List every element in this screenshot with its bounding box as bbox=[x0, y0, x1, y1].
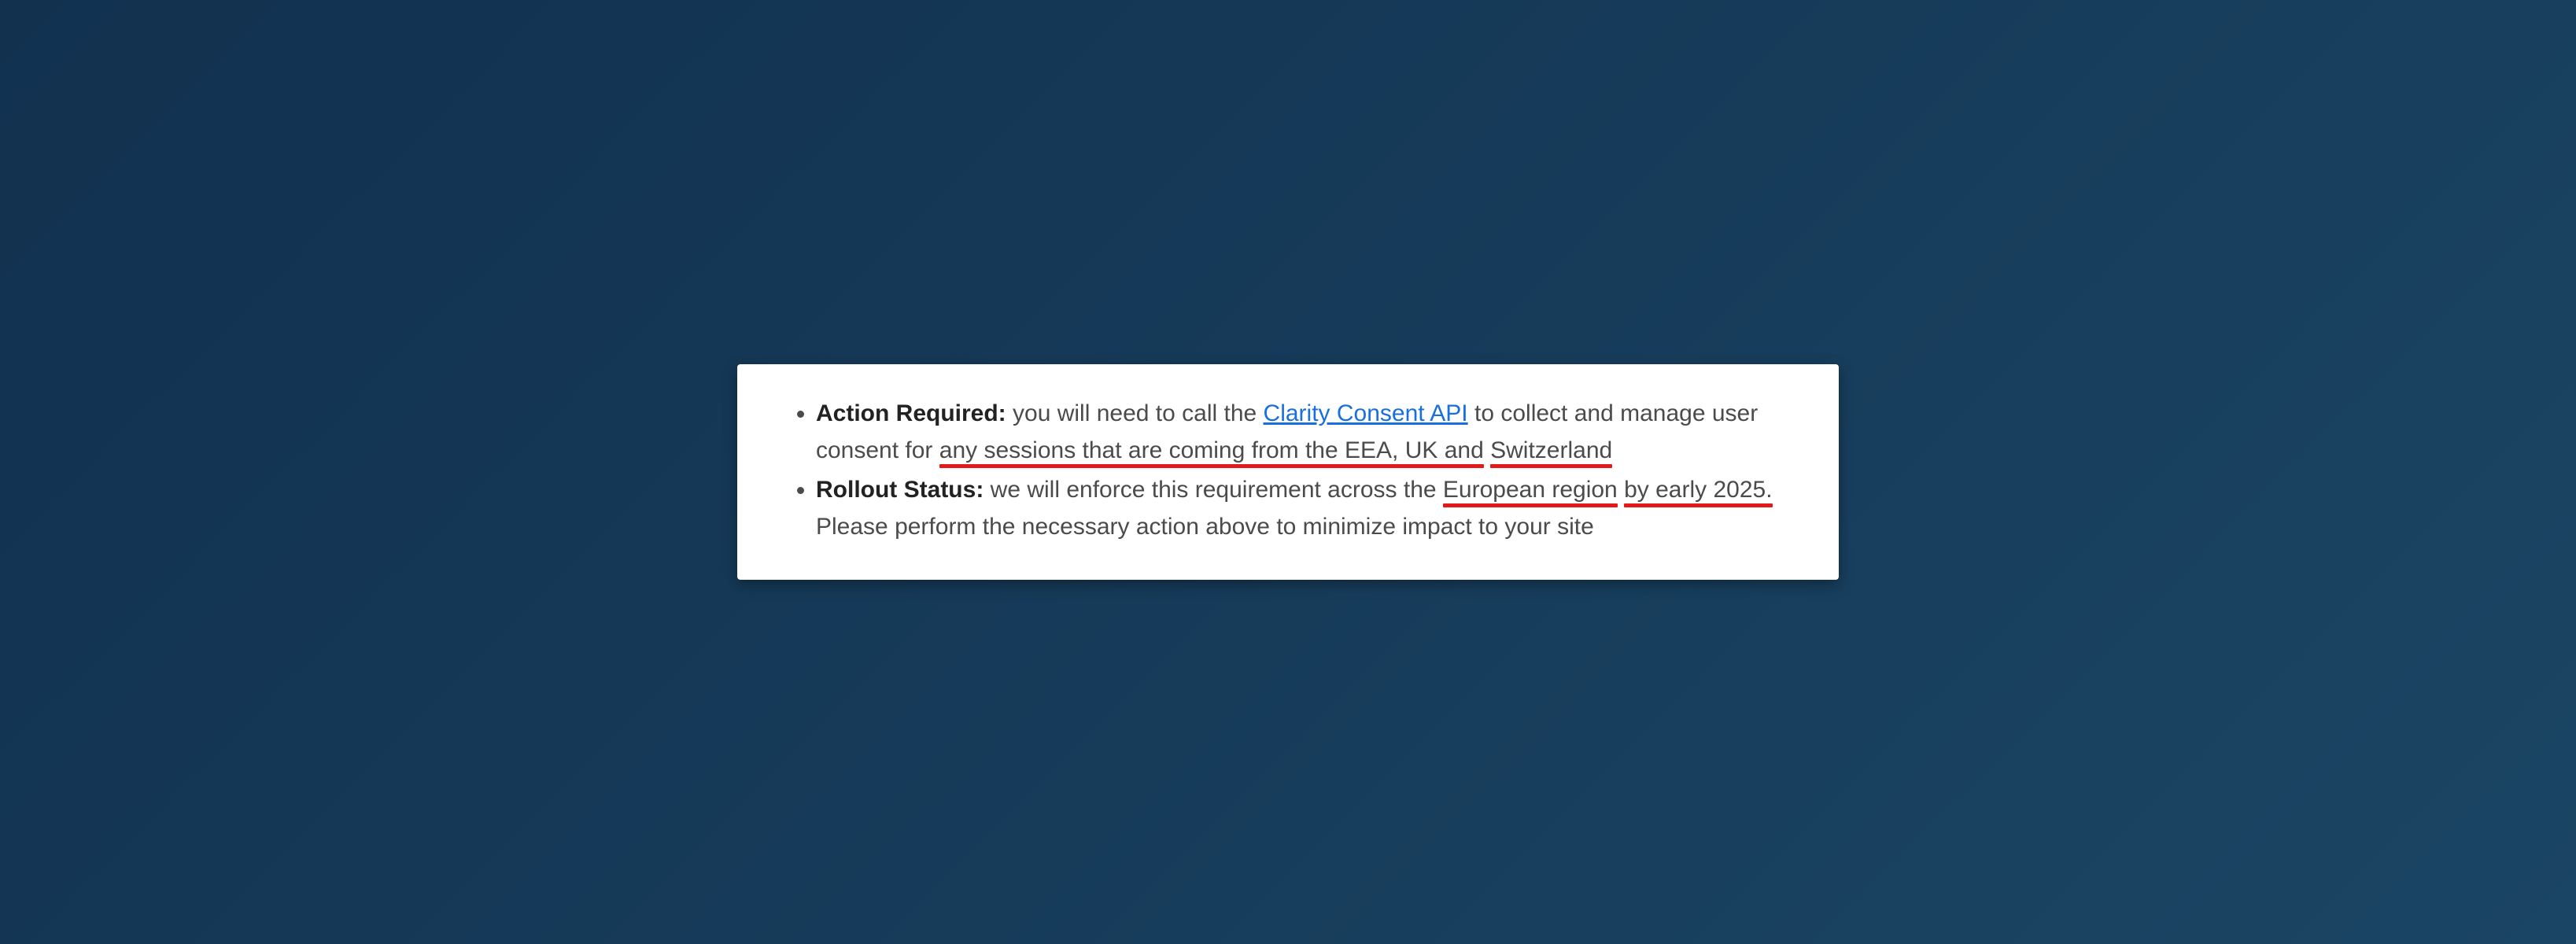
notice-list: Action Required: you will need to call t… bbox=[784, 396, 1792, 545]
item-text: we will enforce this requirement across … bbox=[991, 477, 1443, 503]
clarity-consent-api-link[interactable]: Clarity Consent API bbox=[1264, 400, 1468, 426]
highlight-european-region: European region bbox=[1443, 477, 1618, 503]
notice-card: Action Required: you will need to call t… bbox=[737, 364, 1839, 580]
highlight-switzerland: Switzerland bbox=[1490, 437, 1612, 463]
item-label-rollout-status: Rollout Status: bbox=[816, 477, 984, 503]
highlight-early-2025: by early 2025. bbox=[1624, 477, 1772, 503]
item-text: Please perform the necessary action abov… bbox=[816, 514, 1594, 540]
list-item: Rollout Status: we will enforce this req… bbox=[816, 472, 1792, 545]
highlight-sessions-eea-uk: any sessions that are coming from the EE… bbox=[939, 437, 1484, 463]
item-text: you will need to call the bbox=[1013, 400, 1264, 426]
list-item: Action Required: you will need to call t… bbox=[816, 396, 1792, 469]
item-label-action-required: Action Required: bbox=[816, 400, 1006, 426]
